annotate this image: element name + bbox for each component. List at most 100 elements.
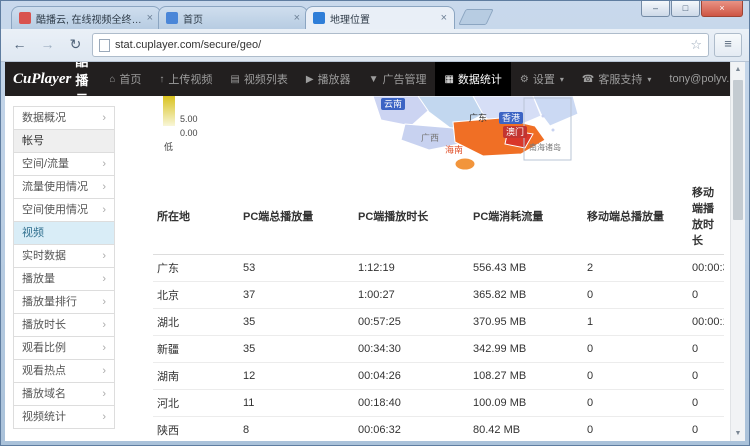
map-label-hainan[interactable]: 海南 [445,144,463,156]
forward-button[interactable]: → [36,34,59,57]
sidebar-item[interactable]: 空间使用情况 › [13,198,115,222]
sidebar-item[interactable]: 播放域名 › [13,382,115,406]
home-page-favicon [166,12,178,24]
navbar-right-item[interactable]: ⚙ 设置 ▾ [511,62,573,96]
reload-button[interactable]: ↻ [64,34,87,57]
navbar-item-label: 上传视频 [168,74,213,86]
navbar-item[interactable]: ↑ 上传视频 [150,62,221,96]
map-label-macau[interactable]: 澳门 [503,126,528,138]
sidebar-item[interactable]: 播放时长 › [13,313,115,337]
chevron-right-icon: › [102,158,106,170]
browser-titlebar: 酷播云, 在线视频全终端... × 首页 × 地理位置 × – □ × [1,1,749,29]
scroll-up-arrow[interactable]: ▲ [731,62,745,77]
sidebar-item[interactable]: 流量使用情况 › [13,175,115,199]
table-row: 广东531:12:19556.43 MB200:00:32 [153,254,724,282]
navbar-item[interactable]: ▶ 播放器 [297,62,360,96]
sidebar-item-label: 视频 [22,227,44,239]
table-row: 陕西 8 00:06:32 80.42 MB 0 0 [153,416,724,441]
site-navbar: CuPlayer 酷播云 ⌂首页↑上传视频▤视频列表▶播放器▼广告管理▦数据统计… [5,62,730,107]
tab-close-icon[interactable]: × [441,12,447,24]
table-cell: 湖北 [153,308,239,336]
chrome-menu-button[interactable]: ≡ [714,33,742,57]
table-cell: 556.43 MB [469,254,583,282]
table-cell: 80.42 MB [469,416,583,441]
brand-logo[interactable]: CuPlayer 酷播云 [5,62,100,107]
map-label-guangdong[interactable]: 广东 [469,112,487,124]
tab-strip: 酷播云, 在线视频全终端... × 首页 × 地理位置 × [11,6,494,29]
back-button[interactable]: ← [8,34,31,57]
chevron-right-icon: › [102,319,106,331]
navbar-item[interactable]: ▦ 数据统计 [435,62,511,96]
table-cell: 370.95 MB [469,308,583,336]
web-page: CuPlayer 酷播云 ⌂首页↑上传视频▤视频列表▶播放器▼广告管理▦数据统计… [5,62,730,441]
table-cell: 0 [583,281,688,309]
table-cell: 0 [688,416,724,441]
map-label-nanhai[interactable]: 南海诸岛 [529,142,561,154]
table-row: 湖北3500:57:25370.95 MB100:00:11 [153,308,724,336]
tab-title: 地理位置 [330,14,370,26]
upload-icon: ↑ [159,73,165,85]
scrollbar-thumb[interactable] [733,80,743,220]
minimize-button[interactable]: – [641,1,670,17]
navbar-item-label: 播放器 [317,74,351,86]
navbar-right-item[interactable]: tony@polyv.net▾ [660,62,730,96]
table-cell: 00:57:25 [354,308,469,336]
table-cell: 0 [583,416,688,441]
new-tab-button[interactable] [458,9,494,25]
sidebar-item[interactable]: 视频统计 › [13,405,115,429]
map-label-hongkong[interactable]: 香港 [499,112,524,124]
browser-tab[interactable]: 酷播云, 在线视频全终端... × [11,6,161,29]
island-dot [541,114,545,118]
scroll-down-arrow[interactable]: ▼ [731,426,745,441]
sidebar-item[interactable]: 播放量排行 › [13,290,115,314]
chevron-right-icon: › [102,342,106,354]
tab-close-icon[interactable]: × [294,12,300,24]
caret-down-icon: ▾ [647,74,652,84]
navbar-item-label: 数据统计 [457,74,502,86]
vertical-scrollbar[interactable]: ▲ ▼ [730,62,745,441]
sidebar-item-label: 观看热点 [22,365,66,377]
column-header: 移动端播放时长 [688,178,724,255]
column-header: PC端播放时长 [354,178,469,255]
legend-max: 5.00 [180,114,198,124]
support-icon: ☎ [581,73,595,85]
table-cell: 1:00:27 [354,281,469,309]
table-header-row: 所在地 PC端总播放量 PC端播放时长 PC端消耗流量 移动端总播放量 移动端播放时长 [153,178,724,255]
legend-low-label: 低 [164,141,173,152]
sidebar-item[interactable]: 播放量 › [13,267,115,291]
table-cell: 108.27 MB [469,362,583,390]
sidebar-item[interactable]: 数据概况 › [13,106,115,130]
table-cell: 8 [239,416,354,441]
sidebar-item-label: 帐号 [22,135,44,147]
browser-tab[interactable]: 地理位置 × [305,6,455,29]
table-cell: 00:00:32 [688,254,724,282]
map-label-yunnan[interactable]: 云南 [381,98,406,110]
sidebar-item[interactable]: 观看热点 › [13,359,115,383]
table-cell: 0 [583,389,688,417]
page-icon [99,38,110,52]
chevron-right-icon: › [102,411,106,423]
navbar-item[interactable]: ▼ 广告管理 [360,62,436,96]
navbar-right-item[interactable]: ☎ 客服支持 ▾ [573,62,660,96]
legend-min: 0.00 [180,128,198,138]
navbar-item-label: 设置 [532,74,555,86]
sidebar-item[interactable]: 实时数据 › [13,244,115,268]
table-cell: 1 [583,308,688,336]
home-icon: ⌂ [109,73,116,85]
map-label-guangxi[interactable]: 广西 [421,132,439,144]
maximize-button[interactable]: □ [671,1,700,17]
bookmark-star-icon[interactable]: ☆ [690,37,702,53]
sidebar-item[interactable]: 空间/流量 › [13,152,115,176]
close-button[interactable]: × [701,1,743,17]
navbar-item[interactable]: ⌂ 首页 [100,62,150,96]
table-cell: 365.82 MB [469,281,583,309]
url-text[interactable]: stat.cuplayer.com/secure/geo/ [115,39,685,51]
browser-tab[interactable]: 首页 × [158,6,308,29]
address-bar[interactable]: stat.cuplayer.com/secure/geo/ ☆ [92,33,709,57]
tab-close-icon[interactable]: × [147,12,153,24]
navbar-item[interactable]: ▤ 视频列表 [221,62,296,96]
province-shape-hainan[interactable] [454,157,476,171]
cuplayer-favicon [19,12,31,24]
sidebar-item[interactable]: 观看比例 › [13,336,115,360]
window-controls: – □ × [640,1,743,17]
